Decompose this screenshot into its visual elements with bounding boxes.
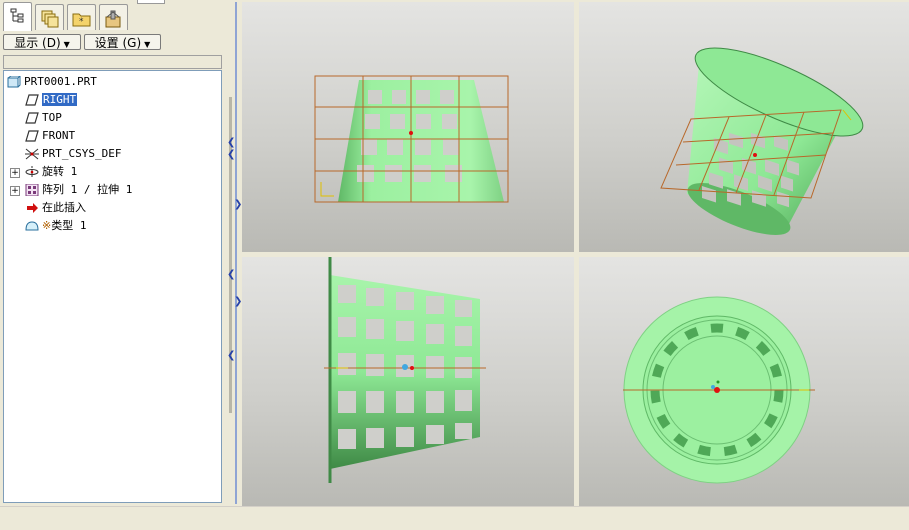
svg-text:*: * — [79, 17, 84, 27]
tree-item-right[interactable]: RIGHT — [25, 92, 78, 108]
window-edge-stub — [137, 0, 165, 4]
show-menu-button[interactable]: 显示 (D) ▼ — [3, 34, 81, 50]
viewport-isometric[interactable] — [579, 2, 909, 252]
tree-item-label: 旋转 1 — [42, 165, 78, 178]
tree-item-top[interactable]: TOP — [25, 110, 62, 126]
layers-tab[interactable] — [35, 4, 64, 30]
layers-icon — [41, 10, 59, 28]
tree-item-front[interactable]: FRONT — [25, 128, 75, 144]
tree-item-label: RIGHT — [42, 93, 78, 106]
model-tree-icon — [10, 8, 24, 23]
tree-item-label: 在此插入 — [42, 201, 86, 214]
datum-plane-icon — [25, 112, 39, 124]
settings-menu-label: 设置 (G) — [94, 36, 142, 50]
tree-item-label: PRT_CSYS_DEF — [42, 147, 122, 160]
tree-item-label: PRT0001.PRT — [24, 75, 97, 88]
settings-menu-button[interactable]: 设置 (G) ▼ — [84, 34, 161, 50]
model-top-view — [623, 296, 815, 484]
tools-icon — [105, 10, 121, 28]
viewport-side[interactable] — [242, 257, 574, 506]
viewport-top[interactable] — [579, 257, 909, 506]
collapse-left-icon[interactable]: ❮ — [227, 137, 235, 148]
pattern-icon — [25, 183, 39, 197]
collapse-left-icon[interactable]: ❮ — [227, 269, 235, 280]
panel-splitter[interactable]: ❮ ❮ ❯ ❮ ❯ ❮ — [226, 0, 242, 505]
expand-toggle-pattern[interactable]: + — [10, 186, 20, 196]
favorites-tab[interactable]: * — [67, 4, 96, 30]
tools-tab[interactable] — [99, 4, 128, 30]
tree-item-label: 类型 1 — [51, 219, 87, 232]
cosmetic-feature-icon — [25, 220, 39, 232]
datum-plane-icon — [25, 130, 39, 142]
expand-toggle-revolve[interactable]: + — [10, 168, 20, 178]
chevron-down-icon: ▼ — [63, 40, 70, 49]
coordinate-system-icon — [25, 148, 39, 160]
revolve-icon — [25, 166, 39, 178]
tree-item-label: TOP — [42, 111, 62, 124]
tree-item-insert-here[interactable]: 在此插入 — [25, 200, 86, 216]
tree-item-label: FRONT — [42, 129, 76, 142]
datum-plane-icon — [25, 94, 39, 106]
tree-item-part[interactable]: PRT0001.PRT — [7, 74, 97, 90]
model-side-view — [324, 257, 486, 483]
model-isometric-view — [660, 47, 864, 235]
tree-item-revolve[interactable]: 旋转 1 — [25, 164, 77, 180]
model-tree-tab[interactable] — [3, 2, 32, 31]
folder-star-icon: * — [72, 13, 91, 27]
status-bar — [0, 506, 909, 530]
tree-item-label: 阵列 1 / 拉伸 1 — [42, 183, 133, 196]
splitter-edge — [235, 2, 237, 504]
tree-item-pattern[interactable]: 阵列 1 / 拉伸 1 — [25, 182, 132, 198]
chevron-down-icon: ▼ — [144, 40, 151, 49]
navigator-tab-bar: * — [0, 0, 232, 31]
collapse-left-icon[interactable]: ❮ — [227, 149, 235, 160]
model-front-view — [314, 75, 509, 203]
tree-item-csys[interactable]: PRT_CSYS_DEF — [25, 146, 121, 162]
insert-here-arrow-icon — [25, 202, 39, 214]
tree-item-type[interactable]: ※类型 1 — [25, 218, 86, 234]
model-tree: PRT0001.PRT RIGHT TOP FRONT PRT_CSYS_DEF… — [3, 70, 222, 503]
viewport-front[interactable] — [242, 2, 574, 252]
show-menu-label: 显示 (D) — [14, 36, 61, 50]
part-icon — [7, 75, 22, 88]
regen-marker-icon: ※ — [42, 219, 52, 232]
collapse-left-icon[interactable]: ❮ — [227, 350, 235, 361]
tree-filter-field[interactable] — [3, 55, 222, 69]
